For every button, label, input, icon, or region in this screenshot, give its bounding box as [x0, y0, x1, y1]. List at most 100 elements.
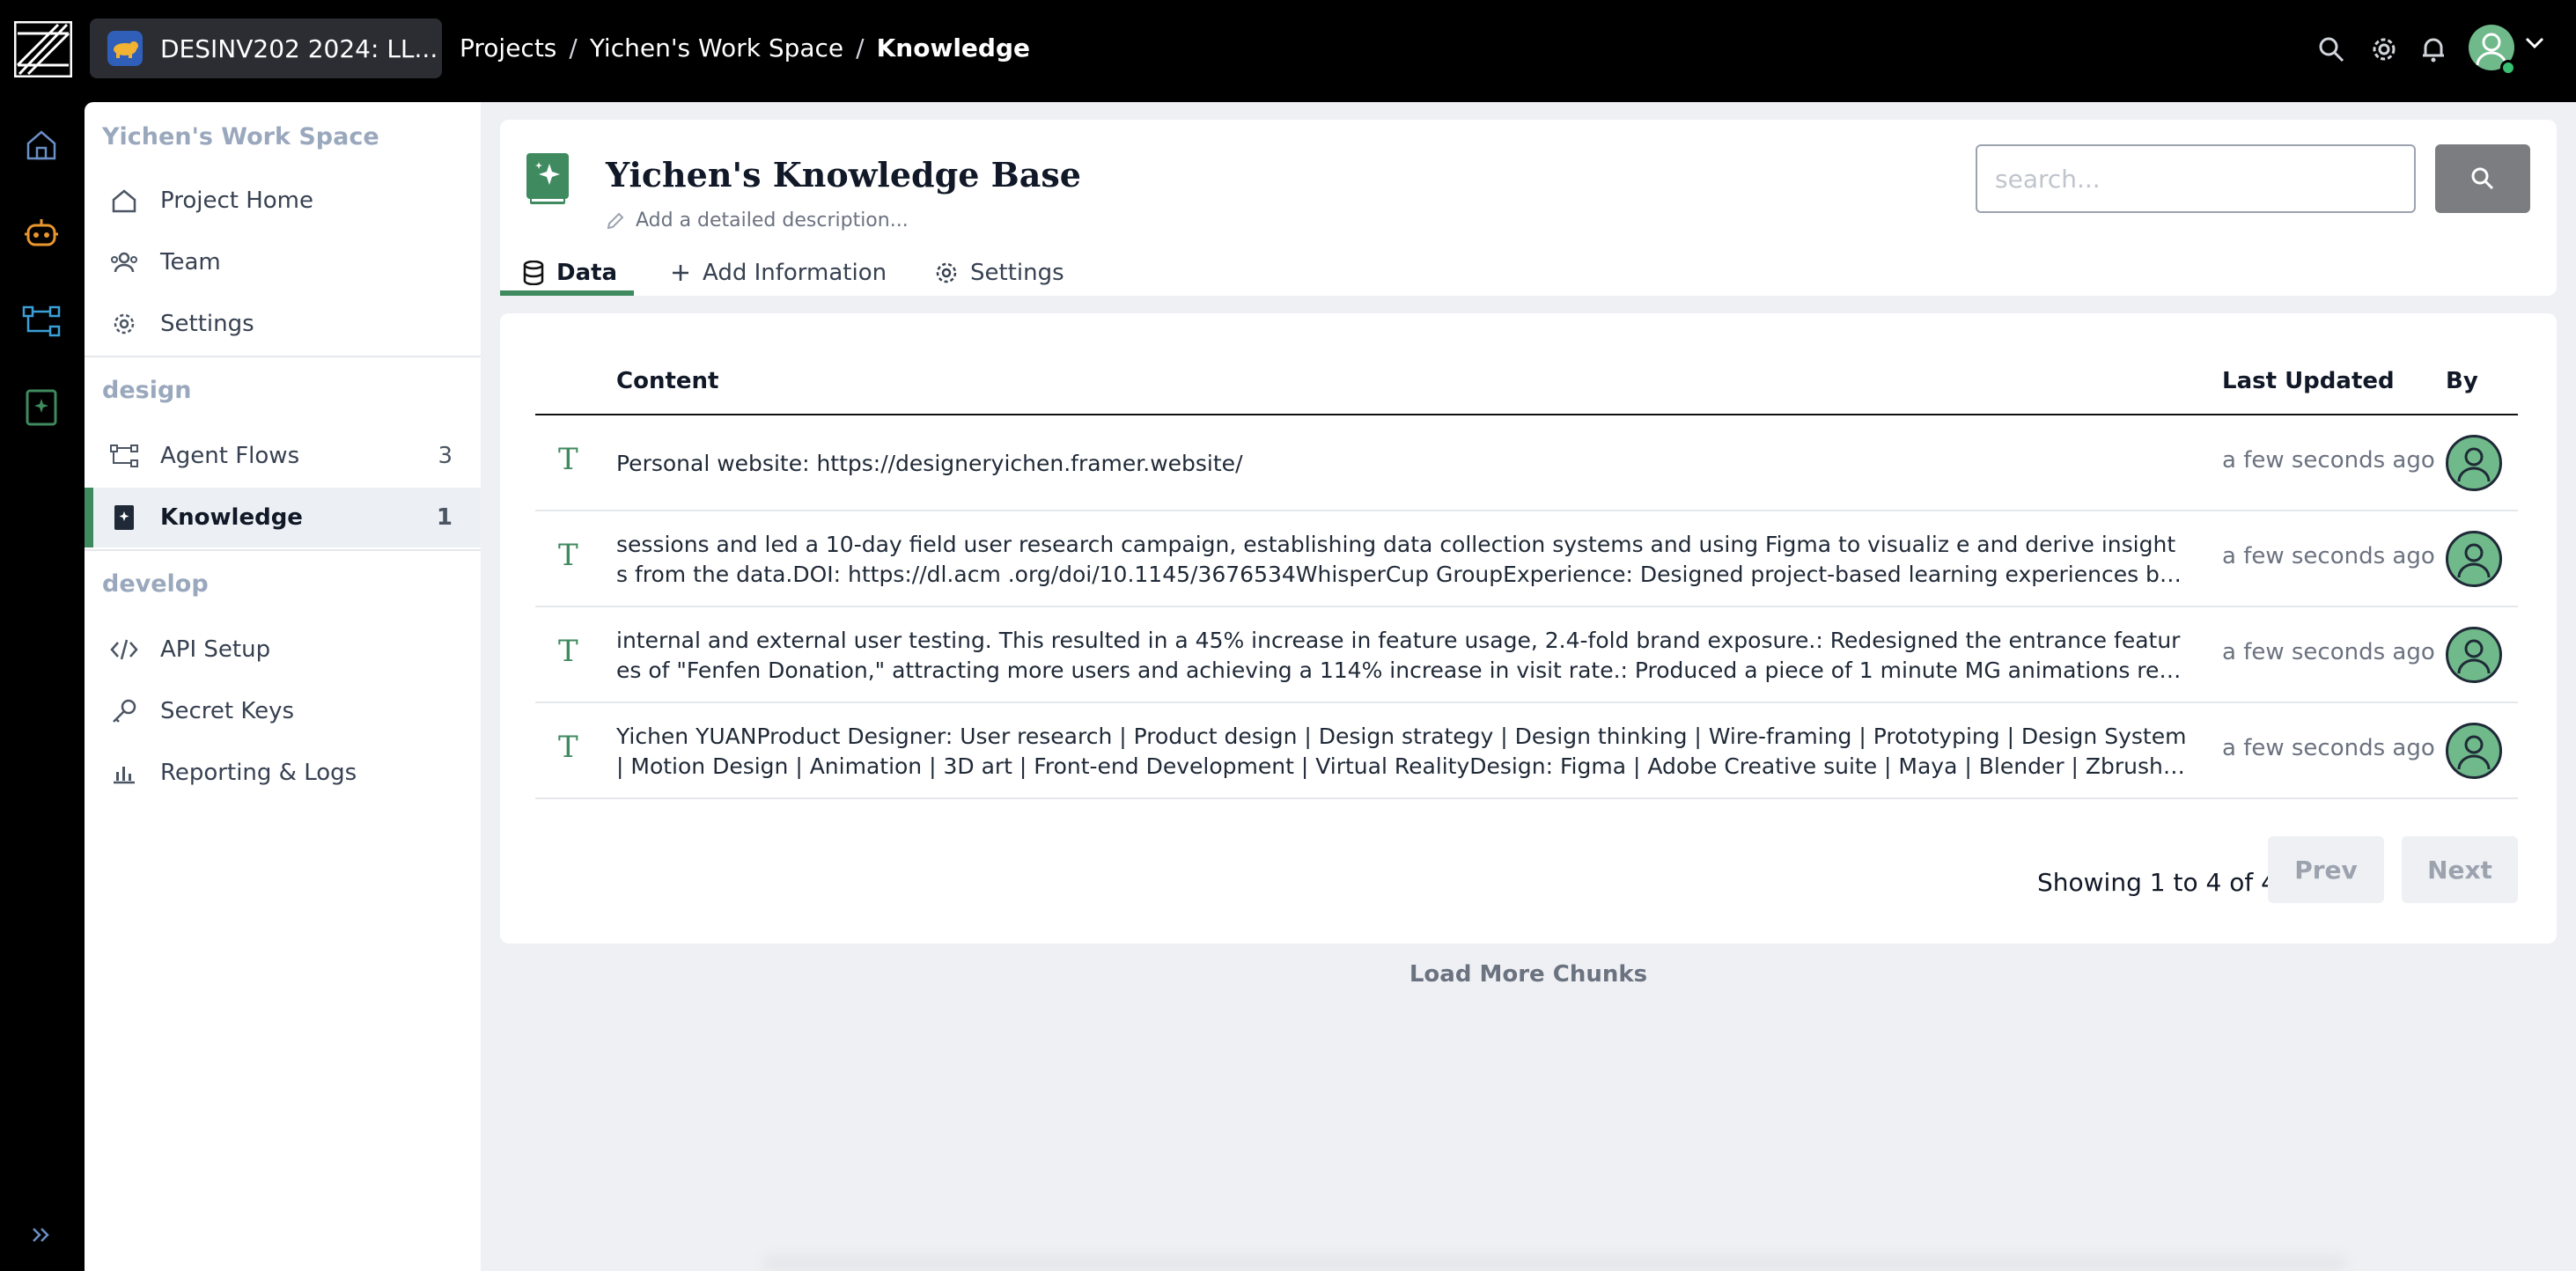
plus-icon [673, 265, 688, 281]
sidebar-item-label: Secret Keys [160, 698, 295, 724]
description-field[interactable]: Add a detailed description... [606, 209, 909, 231]
workspace-section-title: Yichen's Work Space [102, 123, 379, 151]
column-header-content: Content [616, 368, 719, 394]
tab-label: Data [556, 260, 618, 286]
sidebar-item-secret-keys[interactable]: Secret Keys [85, 681, 481, 741]
search-icon [2471, 167, 2494, 190]
sidebar-item-label: Settings [160, 311, 254, 337]
develop-section-title: develop [102, 570, 209, 598]
design-section-title: design [102, 377, 192, 404]
row-content: Yichen YUANProduct Designer: User resear… [616, 723, 2187, 779]
sidebar-item-label: Project Home [160, 187, 314, 214]
knowledge-count: 1 [436, 504, 453, 531]
prev-button[interactable]: Prev [2268, 836, 2384, 903]
tab-label: Add Information [703, 260, 887, 286]
project-switcher[interactable]: DESINV202 2024: LL... [90, 18, 442, 78]
robot-icon[interactable] [19, 211, 63, 255]
table-row[interactable]: T sessions and led a 10-day field user r… [535, 511, 2518, 607]
code-icon [109, 635, 139, 665]
tab-settings[interactable]: Settings [935, 250, 1064, 296]
sidebar-item-label: Team [160, 249, 221, 276]
breadcrumb-workspace[interactable]: Yichen's Work Space [590, 33, 843, 62]
expand-icon[interactable] [19, 1213, 63, 1257]
row-last-updated: a few seconds ago [2222, 447, 2435, 474]
row-content: internal and external user testing. This… [616, 627, 2181, 683]
app-logo-icon[interactable] [14, 21, 72, 77]
column-header-last-updated: Last Updated [2222, 368, 2395, 394]
knowledge-icon[interactable] [19, 386, 63, 430]
next-button[interactable]: Next [2402, 836, 2518, 903]
flow-icon[interactable] [19, 299, 63, 343]
sidebar-divider [85, 356, 481, 357]
table-row[interactable]: T internal and external user testing. Th… [535, 607, 2518, 703]
sidebar-item-label: API Setup [160, 636, 271, 663]
active-tab-indicator [500, 290, 634, 296]
key-icon [109, 696, 139, 726]
row-content: Personal website: https://designeryichen… [616, 450, 1243, 476]
sidebar: Yichen's Work Space Project Home Team Se… [85, 102, 481, 1271]
icon-rail [0, 100, 85, 1271]
bell-icon[interactable] [2416, 32, 2451, 67]
row-last-updated: a few seconds ago [2222, 543, 2435, 569]
search-button[interactable] [2435, 144, 2530, 213]
search-icon[interactable] [2314, 32, 2349, 67]
top-bar: DESINV202 2024: LL... Projects / Yichen'… [0, 0, 2576, 100]
home-icon[interactable] [19, 123, 63, 167]
breadcrumb-projects[interactable]: Projects [460, 33, 556, 62]
book-icon [109, 503, 139, 533]
chevron-down-icon[interactable] [2525, 37, 2544, 49]
text-type-icon: T [558, 634, 578, 669]
gear-icon [936, 262, 957, 283]
tab-add-information[interactable]: Add Information [671, 250, 887, 296]
knowledge-table: Content Last Updated By T Personal websi… [500, 313, 2557, 944]
gear-icon [109, 309, 139, 339]
column-header-by: By [2446, 368, 2478, 394]
knowledge-header: Yichen's Knowledge Base Add a detailed d… [500, 120, 2557, 296]
agent-flows-count: 3 [438, 443, 453, 469]
text-type-icon: T [558, 442, 578, 477]
description-placeholder: Add a detailed description... [636, 209, 909, 231]
sidebar-item-label: Knowledge [160, 504, 303, 531]
sidebar-item-project-home[interactable]: Project Home [85, 171, 481, 231]
row-content: sessions and led a 10-day field user res… [616, 531, 2185, 587]
home-icon [109, 186, 139, 216]
avatar [2446, 435, 2502, 491]
page-title: Yichen's Knowledge Base [606, 155, 1081, 195]
project-name: DESINV202 2024: LL... [160, 33, 438, 63]
gear-icon[interactable] [2366, 32, 2402, 67]
table-row[interactable]: T Personal website: https://designeryich… [535, 415, 2518, 511]
avatar [2446, 627, 2502, 683]
sidebar-item-label: Reporting & Logs [160, 760, 357, 786]
text-type-icon: T [558, 730, 578, 765]
load-more-button[interactable]: Load More Chunks [481, 961, 2576, 988]
avatar [2446, 531, 2502, 587]
sidebar-item-label: Agent Flows [160, 443, 300, 469]
database-icon [523, 261, 544, 285]
avatar [2446, 723, 2502, 779]
bottom-shadow [762, 1255, 2347, 1271]
tab-label: Settings [970, 260, 1064, 286]
sidebar-item-settings[interactable]: Settings [85, 294, 481, 354]
pencil-icon [607, 212, 624, 229]
sidebar-item-agent-flows[interactable]: Agent Flows 3 [85, 426, 481, 486]
flow-icon [109, 441, 139, 471]
sidebar-item-knowledge[interactable]: Knowledge 1 [85, 488, 481, 547]
search-input[interactable] [1976, 144, 2416, 213]
main-content: Yichen's Knowledge Base Add a detailed d… [481, 102, 2576, 1271]
chart-icon [109, 758, 139, 788]
row-last-updated: a few seconds ago [2222, 735, 2435, 761]
breadcrumb-current: Knowledge [876, 33, 1030, 62]
breadcrumb-separator: / [569, 33, 578, 62]
sidebar-item-team[interactable]: Team [85, 232, 481, 292]
breadcrumb-separator: / [856, 33, 865, 62]
bear-icon [107, 31, 143, 66]
online-status-indicator [2500, 60, 2516, 76]
text-type-icon: T [558, 538, 578, 573]
tab-data[interactable]: Data [523, 250, 617, 296]
team-icon [109, 247, 139, 277]
sidebar-item-api-setup[interactable]: API Setup [85, 620, 481, 680]
sidebar-divider [85, 549, 481, 551]
table-row[interactable]: T Yichen YUANProduct Designer: User rese… [535, 703, 2518, 799]
sidebar-item-reporting-logs[interactable]: Reporting & Logs [85, 743, 481, 803]
pagination-summary: Showing 1 to 4 of 4 [2037, 868, 2277, 897]
